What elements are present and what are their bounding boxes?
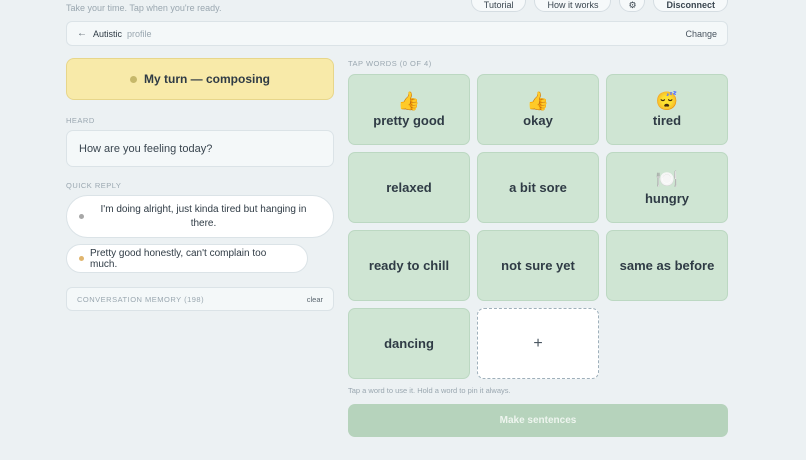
thumbs-up-icon: 👍 [526, 91, 550, 111]
conversation-memory-label: CONVERSATION MEMORY (198) [77, 294, 205, 304]
quick-reply-label: QUICK REPLY [66, 181, 122, 190]
word-label: not sure yet [501, 258, 575, 273]
word-label: same as before [619, 258, 715, 273]
word-tile[interactable]: 🍽️ hungry [606, 152, 728, 223]
heard-text-box: How are you feeling today? [66, 130, 334, 167]
top-actions: Tutorial How it works ⚙ Disconnect [470, 0, 728, 12]
word-tile[interactable]: a bit sore [477, 152, 599, 223]
heard-text: How are you feeling today? [79, 142, 213, 155]
quick-reply-text: I'm doing alright, just kinda tired but … [100, 203, 307, 229]
word-label: tired [652, 113, 682, 128]
quick-reply-option[interactable]: I'm doing alright, just kinda tired but … [66, 195, 334, 238]
profile-bar: ← Autistic profile Change [66, 21, 728, 46]
disconnect-button[interactable]: Disconnect [653, 0, 728, 12]
reply-dot-icon [79, 256, 84, 261]
status-label: My turn — composing [144, 72, 270, 86]
tap-words-label: TAP WORDS (0 OF 4) [348, 59, 432, 68]
settings-button[interactable]: ⚙ [619, 0, 646, 12]
word-tile[interactable]: 👍 pretty good [348, 74, 470, 145]
word-grid: 👍 pretty good 👍 okay 😴 tired relaxed a b… [348, 74, 728, 379]
word-tile[interactable]: relaxed [348, 152, 470, 223]
tutorial-button[interactable]: Tutorial [470, 0, 527, 12]
heard-label: HEARD [66, 116, 95, 125]
how-it-works-button[interactable]: How it works [534, 0, 612, 12]
make-sentences-button[interactable]: Make sentences [348, 404, 728, 437]
profile-name: Autistic [93, 28, 123, 39]
word-tile[interactable]: same as before [606, 230, 728, 301]
word-label: a bit sore [509, 180, 567, 195]
add-word-button[interactable]: + [477, 308, 599, 379]
quick-reply-option[interactable]: Pretty good honestly, can't complain too… [66, 244, 308, 273]
word-label: okay [523, 113, 553, 128]
change-profile-button[interactable]: Change [685, 29, 717, 39]
word-tile[interactable]: not sure yet [477, 230, 599, 301]
plate-cutlery-icon: 🍽️ [655, 169, 679, 189]
clear-memory-button[interactable]: clear [307, 295, 323, 304]
gear-icon: ⚙ [628, 0, 637, 10]
word-tile[interactable]: dancing [348, 308, 470, 379]
conversation-memory-bar[interactable]: CONVERSATION MEMORY (198) clear [66, 287, 334, 311]
turn-status: My turn — composing [66, 58, 334, 100]
word-tile[interactable]: 👍 okay [477, 74, 599, 145]
word-label: relaxed [386, 180, 432, 195]
back-arrow-icon[interactable]: ← [77, 28, 87, 39]
word-label: dancing [384, 336, 434, 351]
word-tile[interactable]: ready to chill [348, 230, 470, 301]
word-label: pretty good [373, 113, 445, 128]
word-label: hungry [644, 191, 690, 206]
profile-suffix: profile [127, 28, 152, 39]
plus-icon: + [533, 334, 543, 352]
usage-hint: Tap a word to use it. Hold a word to pin… [348, 386, 511, 395]
quick-reply-text: Pretty good honestly, can't complain too… [90, 247, 267, 270]
thumbs-up-icon: 👍 [397, 91, 421, 111]
sleeping-face-icon: 😴 [655, 91, 679, 111]
right-panel: TAP WORDS (0 OF 4) 👍 pretty good 👍 okay … [348, 59, 728, 437]
left-panel: My turn — composing HEARD How are you fe… [66, 58, 334, 311]
tagline: Take your time. Tap when you're ready. [66, 3, 222, 13]
word-label: ready to chill [368, 258, 450, 273]
status-dot-icon [130, 75, 137, 83]
word-tile[interactable]: 😴 tired [606, 74, 728, 145]
